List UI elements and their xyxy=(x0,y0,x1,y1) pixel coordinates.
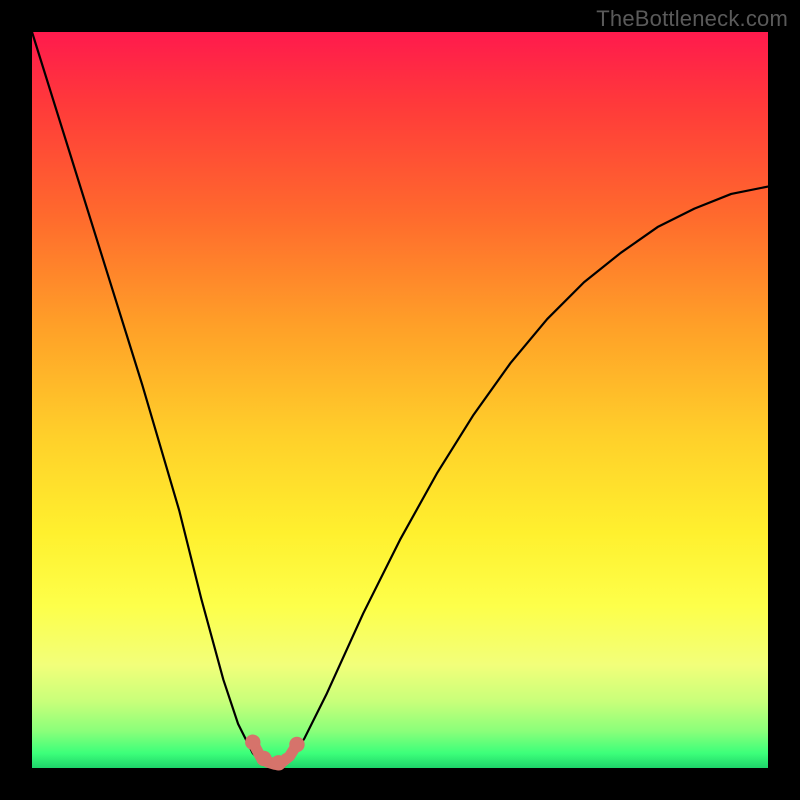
chart-frame: TheBottleneck.com xyxy=(0,0,800,800)
bottleneck-curve xyxy=(32,32,768,768)
watermark-text: TheBottleneck.com xyxy=(596,6,788,32)
chart-svg xyxy=(32,32,768,768)
trough-point-left xyxy=(246,735,260,749)
trough-point-mid-d xyxy=(281,754,291,764)
curve-group xyxy=(32,32,768,768)
trough-point-right xyxy=(290,737,304,751)
plot-area xyxy=(32,32,768,768)
